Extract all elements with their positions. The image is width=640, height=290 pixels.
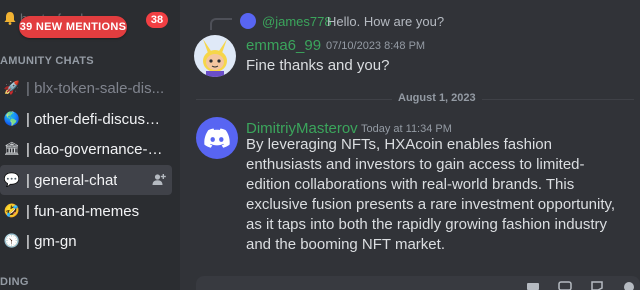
speech-bubble-icon: 💬 xyxy=(3,172,21,187)
channel-other-defi-discussion[interactable]: 🌎 | other-defi-discussi... xyxy=(0,104,172,134)
channel-blx-token-sale[interactable]: 🚀 | blx-token-sale-dis... xyxy=(0,73,172,103)
message-input-bar[interactable] xyxy=(196,276,640,290)
reply-spine xyxy=(210,18,232,30)
message-author[interactable]: emma6_99 xyxy=(246,37,321,54)
rocket-icon: 🚀 xyxy=(3,80,21,95)
reply-avatar xyxy=(240,13,256,29)
emoji-icon[interactable] xyxy=(622,280,636,290)
bell-icon xyxy=(4,12,16,25)
channel-label: | dao-governance-c... xyxy=(26,140,166,158)
chat-area: @james778 Hello. How are you? emma6_99 0… xyxy=(180,0,640,290)
channel-label: | gm-gn xyxy=(26,232,77,250)
message-text: By leveraging NFTs, HXAcoin enables fash… xyxy=(246,136,616,253)
category-community-chats[interactable]: AMUNITY CHATS xyxy=(0,55,94,67)
date-divider: August 1, 2023 xyxy=(196,92,634,106)
channel-general-chat[interactable]: 💬 | general-chat xyxy=(0,165,172,195)
channel-label: | blx-token-sale-dis... xyxy=(26,79,165,97)
classical-building-icon: 🏛 xyxy=(3,141,21,156)
unread-count-badge: 38 xyxy=(146,12,168,28)
reply-text: Hello. How are you? xyxy=(327,14,445,29)
channel-label: | other-defi-discussi... xyxy=(26,110,166,128)
clock-icon: 🕥 xyxy=(3,233,21,248)
channel-fun-and-memes[interactable]: 🤣 | fun-and-memes xyxy=(0,196,172,226)
avatar-emma6_99[interactable] xyxy=(194,35,236,77)
bunny-avatar-icon xyxy=(194,35,236,77)
sticker-icon[interactable] xyxy=(590,280,604,290)
rofl-face-icon: 🤣 xyxy=(3,203,21,218)
gif-icon[interactable] xyxy=(558,280,572,290)
discord-logo-icon xyxy=(204,128,230,148)
channel-label: | general-chat xyxy=(26,171,118,189)
globe-icon: 🌎 xyxy=(3,111,21,126)
channel-sidebar: hoxta-fund 39 NEW MENTIONS 38 AMUNITY CH… xyxy=(0,0,180,290)
avatar-dimitriymasterov[interactable] xyxy=(196,117,238,159)
channel-dao-governance[interactable]: 🏛 | dao-governance-c... xyxy=(0,134,172,164)
message-timestamp: 07/10/2023 8:48 PM xyxy=(326,40,426,52)
category-trading[interactable]: DING xyxy=(0,276,29,288)
channel-label: | fun-and-memes xyxy=(26,202,140,220)
message-timestamp: Today at 11:34 PM xyxy=(361,123,452,135)
message-text: Fine thanks and you? xyxy=(246,57,390,74)
reply-mention[interactable]: @james778 xyxy=(262,14,332,29)
add-member-icon[interactable] xyxy=(152,173,166,187)
gift-icon[interactable] xyxy=(526,280,540,290)
channel-gm-gn[interactable]: 🕥 | gm-gn xyxy=(0,226,172,256)
new-mentions-badge[interactable]: 39 NEW MENTIONS xyxy=(19,16,127,38)
date-divider-label: August 1, 2023 xyxy=(392,92,482,104)
